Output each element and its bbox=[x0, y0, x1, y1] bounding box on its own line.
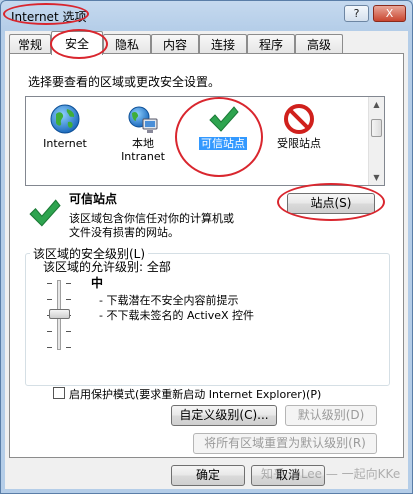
scroll-down-icon[interactable]: ▼ bbox=[369, 170, 384, 185]
zone-label-local-intranet-line2: Intranet bbox=[121, 150, 165, 163]
slider-tick bbox=[47, 347, 52, 348]
panel-content: 选择要查看的区域或更改安全设置。 Internet 本地 Intranet 可信… bbox=[5, 31, 408, 489]
slider-tick bbox=[47, 283, 52, 284]
internet-options-window: Internet 选项 ? X 常规 安全 隐私 内容 连接 程序 高级 选择要… bbox=[0, 0, 413, 494]
restricted-icon bbox=[283, 103, 315, 135]
slider-tick bbox=[47, 331, 52, 332]
zone-list-scrollbar[interactable]: ▲ ▼ bbox=[368, 97, 384, 185]
help-button[interactable]: ? bbox=[344, 5, 369, 22]
default-level-button[interactable]: 默认级别(D) bbox=[285, 405, 377, 426]
sites-button[interactable]: 站点(S) bbox=[287, 193, 375, 214]
protected-mode-checkbox[interactable] bbox=[53, 387, 65, 399]
local-intranet-icon bbox=[127, 103, 159, 135]
slider-tick bbox=[66, 283, 71, 284]
zone-trusted-sites[interactable]: 可信站点 bbox=[188, 103, 258, 150]
allowed-levels-text: 该区域的允许级别: 全部 bbox=[43, 260, 171, 274]
zone-local-intranet[interactable]: 本地 Intranet bbox=[108, 103, 178, 163]
zone-label-local-intranet-line1: 本地 bbox=[132, 137, 154, 150]
slider-tick bbox=[66, 299, 71, 300]
security-level-slider-thumb[interactable] bbox=[49, 309, 70, 319]
close-button[interactable]: X bbox=[373, 5, 406, 22]
protected-mode-label: 启用保护模式(要求重新启动 Internet Explorer)(P) bbox=[69, 388, 322, 401]
custom-level-button[interactable]: 自定义级别(C)... bbox=[171, 405, 277, 426]
zone-restricted-sites[interactable]: 受限站点 bbox=[264, 103, 334, 150]
scroll-up-icon[interactable]: ▲ bbox=[369, 97, 384, 112]
zone-list[interactable]: Internet 本地 Intranet 可信站点 受限站点 ▲ ▼ bbox=[25, 96, 385, 186]
globe-icon bbox=[49, 103, 81, 135]
scroll-thumb[interactable] bbox=[371, 119, 382, 137]
slider-tick bbox=[66, 347, 71, 348]
zone-label-restricted-sites: 受限站点 bbox=[277, 137, 321, 150]
zone-detail-description-line2: 文件没有损害的网站。 bbox=[69, 226, 179, 239]
security-level-name: 中 bbox=[91, 276, 104, 290]
zone-detail-title: 可信站点 bbox=[69, 192, 118, 206]
zones-prompt: 选择要查看的区域或更改安全设置。 bbox=[28, 75, 221, 89]
reset-all-zones-button[interactable]: 将所有区域重置为默认级别(R) bbox=[193, 433, 377, 454]
slider-tick bbox=[66, 331, 71, 332]
security-level-bullet2: - 不下载未签名的 ActiveX 控件 bbox=[99, 309, 255, 322]
trusted-sites-large-checkmark-icon bbox=[27, 196, 61, 230]
zone-internet[interactable]: Internet bbox=[30, 103, 100, 150]
security-level-bullet1: - 下载潜在不安全内容前提示 bbox=[99, 294, 239, 307]
title-annotation-circle bbox=[3, 3, 89, 25]
slider-tick bbox=[47, 299, 52, 300]
dialog-client-area: 常规 安全 隐私 内容 连接 程序 高级 选择要查看的区域或更改安全设置。 In… bbox=[5, 29, 408, 489]
watermark-text: 知乎 @Lee — 一起向KKe bbox=[261, 467, 401, 481]
checkmark-icon bbox=[207, 103, 239, 135]
zone-label-internet: Internet bbox=[43, 137, 87, 150]
zone-label-trusted-sites: 可信站点 bbox=[199, 137, 247, 150]
ok-button[interactable]: 确定 bbox=[171, 465, 245, 486]
